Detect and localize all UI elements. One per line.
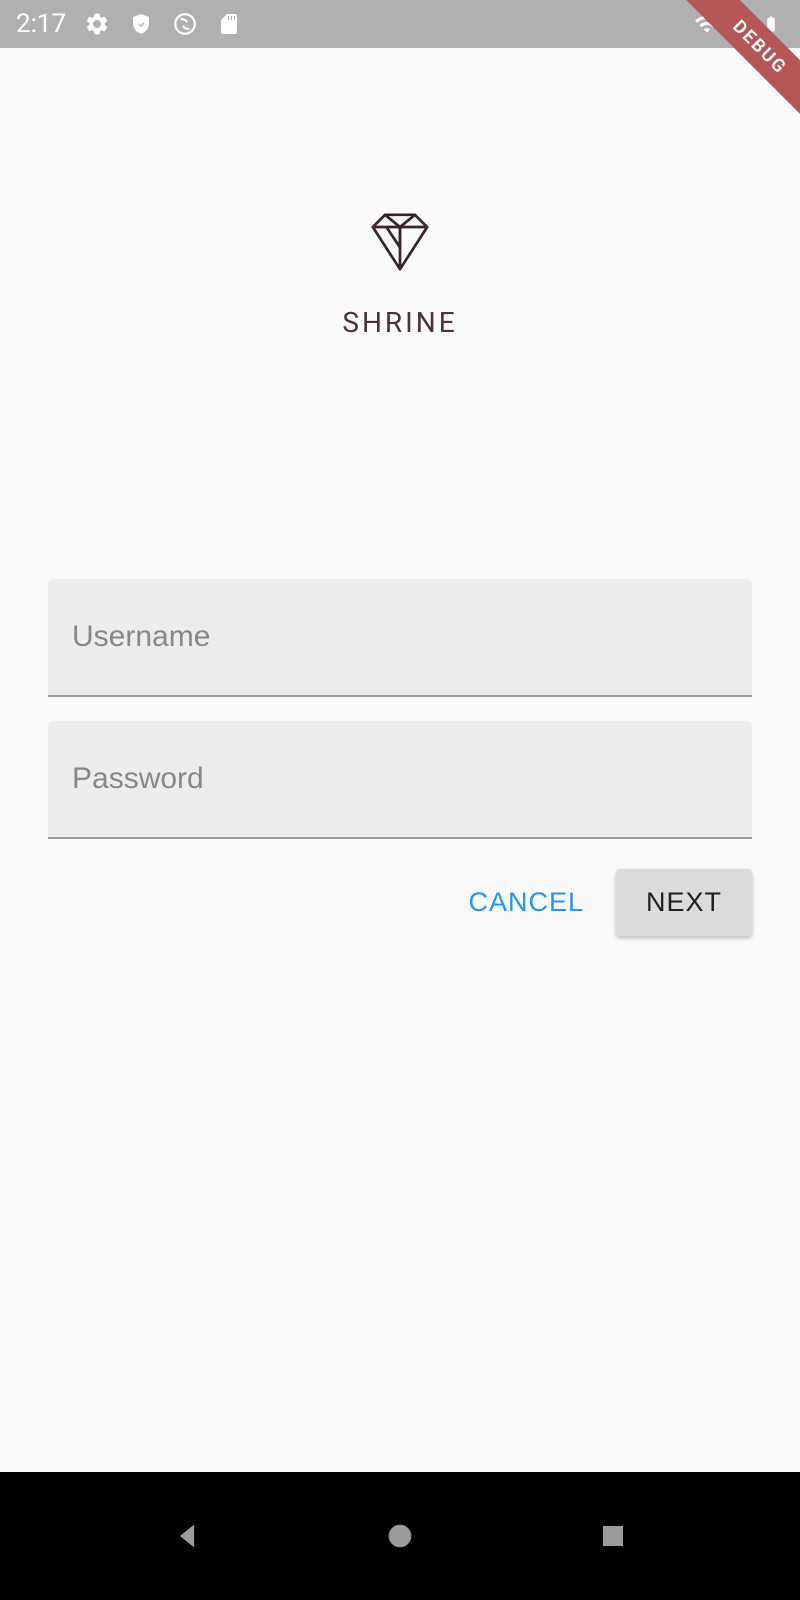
app-title: SHRINE (342, 306, 457, 339)
login-screen: SHRINE CANCEL NEXT (0, 48, 800, 1472)
home-icon[interactable] (382, 1518, 418, 1554)
shield-icon (128, 11, 154, 37)
status-time: 2:17 (16, 9, 66, 39)
android-status-bar: 2:17 (0, 0, 800, 48)
password-input[interactable] (48, 721, 752, 839)
logo-section: SHRINE (48, 48, 752, 539)
sd-card-icon (216, 11, 242, 37)
cancel-button[interactable]: CANCEL (460, 869, 592, 936)
shrine-diamond-logo-icon (366, 208, 434, 276)
status-left-group: 2:17 (16, 9, 242, 39)
button-row: CANCEL NEXT (48, 869, 752, 936)
settings-gear-icon (84, 11, 110, 37)
back-icon[interactable] (169, 1518, 205, 1554)
android-nav-bar (0, 1472, 800, 1600)
username-input[interactable] (48, 579, 752, 697)
sync-disabled-icon (172, 11, 198, 37)
next-button[interactable]: NEXT (616, 869, 752, 936)
login-form: CANCEL NEXT (48, 579, 752, 936)
recent-apps-icon[interactable] (595, 1518, 631, 1554)
